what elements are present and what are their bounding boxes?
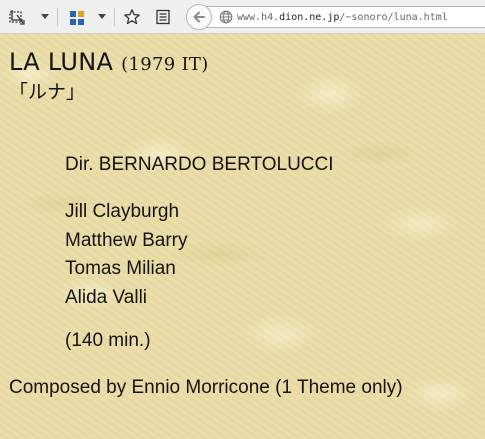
page-title: LA LUNA (1979 IT) <box>9 47 209 80</box>
reading-list-icon[interactable] <box>152 6 174 28</box>
screenshot-tool-icon[interactable] <box>6 6 28 28</box>
film-title: LA LUNA <box>9 48 114 76</box>
toolbar-separator <box>114 8 115 26</box>
japanese-title: 「ルナ」 <box>9 81 86 103</box>
runtime: (140 min.) <box>65 330 151 351</box>
cast-member: Matthew Barry <box>65 229 188 251</box>
back-button[interactable] <box>186 4 212 30</box>
url-path: /~sonoro/luna.html <box>339 11 448 23</box>
back-arrow-icon <box>192 10 206 24</box>
apps-grid-icon[interactable] <box>66 6 88 28</box>
star-icon[interactable] <box>121 6 143 28</box>
cast-member: Alida Valli <box>65 287 148 309</box>
dropdown-icon[interactable] <box>96 6 108 28</box>
cast-list: Jill Clayburgh Matthew Barry Tomas Milia… <box>65 198 187 313</box>
globe-icon <box>219 10 233 24</box>
url-host: dion.ne.jp <box>279 11 340 23</box>
url-prefix: www.h4. <box>237 11 280 23</box>
page-content: LA LUNA (1979 IT) 「ルナ」 Dir. BERNARDO BER… <box>0 34 485 439</box>
dropdown-icon[interactable] <box>39 6 51 28</box>
cast-member: Tomas Milian <box>65 258 176 280</box>
toolbar-separator <box>57 8 58 26</box>
address-bar[interactable]: www.h4. dion.ne.jp/~sonoro/luna.html <box>205 6 485 28</box>
cast-member: Jill Clayburgh <box>65 201 180 222</box>
director-credit: Dir. BERNARDO BERTOLUCCI <box>65 154 334 175</box>
browser-toolbar: www.h4. dion.ne.jp/~sonoro/luna.html <box>0 0 485 34</box>
composer-credit: Composed by Ennio Morricone (1 Theme onl… <box>9 377 403 398</box>
film-year: (1979 IT) <box>121 54 209 75</box>
